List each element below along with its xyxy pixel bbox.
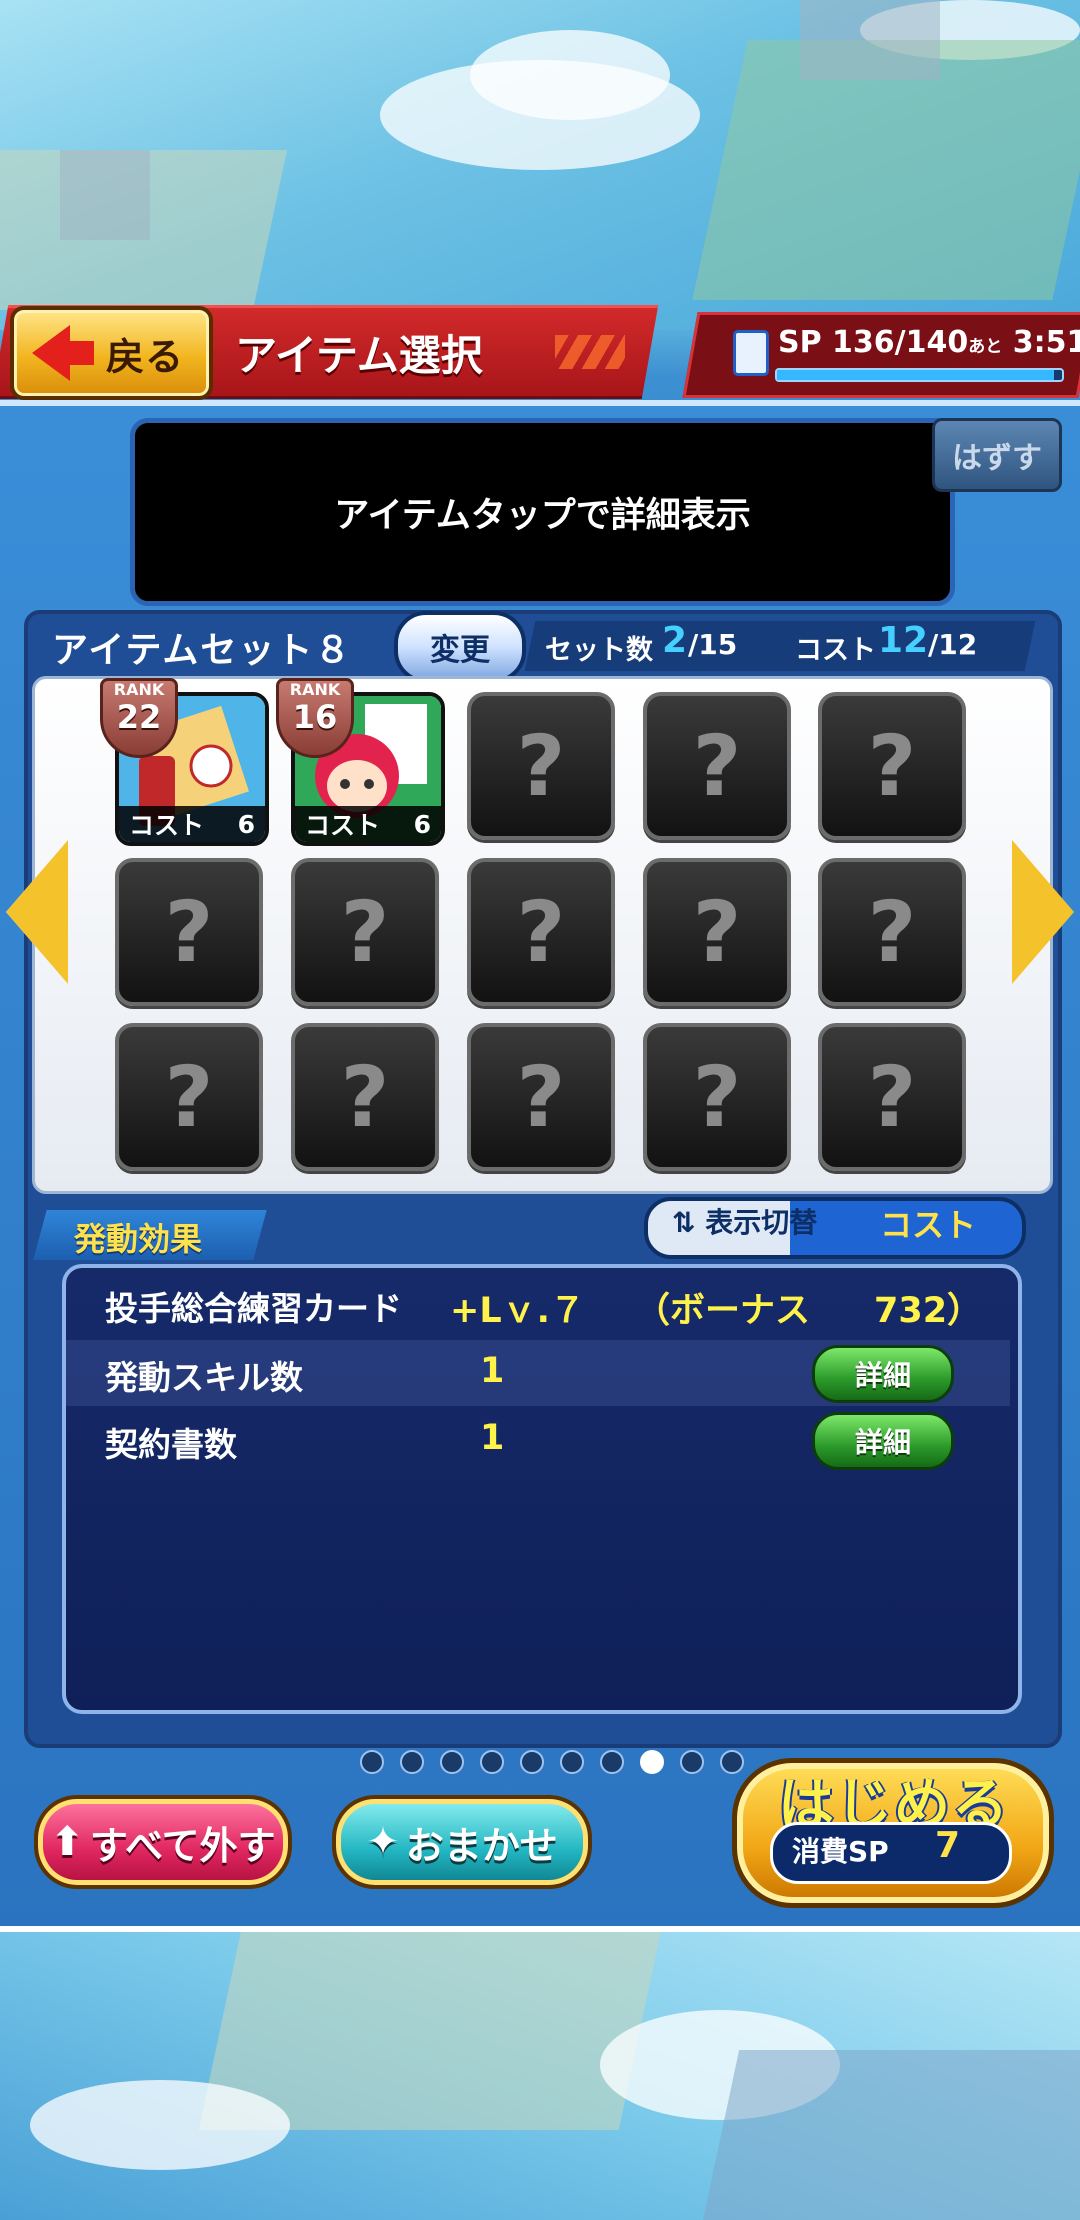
empty-item-slot[interactable]: ? [818, 1023, 966, 1171]
set-count-label: セット数 [545, 635, 653, 666]
question-mark-icon: ? [164, 883, 214, 981]
item-cost-label: コスト [129, 811, 205, 840]
empty-item-slot[interactable]: ? [115, 1023, 263, 1171]
display-toggle-label: ⇅ 表示切替 [672, 1206, 818, 1239]
empty-item-slot[interactable]: ? [115, 858, 263, 1006]
info-message: アイテムタップで詳細表示 [130, 418, 955, 606]
question-mark-icon: ? [692, 717, 742, 815]
rank-label: RANK [113, 680, 165, 699]
rank-badge-1: RANK 22 [100, 678, 178, 758]
sp-card-icon [733, 330, 769, 376]
auto-select-button[interactable]: ✦ おまかせ [332, 1795, 592, 1889]
page-dot [480, 1750, 504, 1774]
empty-item-slot[interactable]: ? [643, 858, 791, 1006]
auto-select-label: おまかせ [405, 1823, 558, 1868]
question-mark-icon: ? [516, 1048, 566, 1146]
item-cost: コスト 6 [295, 806, 441, 842]
effect-bonus-label: （ボーナス [635, 1291, 811, 1331]
page-dot [360, 1750, 384, 1774]
sp-timer: 3:51 [1012, 325, 1080, 360]
sp-status: SP 136/140あと 3:51 [778, 325, 1080, 360]
question-mark-icon: ? [340, 883, 390, 981]
rank-value: 16 [292, 698, 338, 736]
question-mark-icon: ? [692, 883, 742, 981]
effect-value: +Lｖ.７ [450, 1291, 585, 1331]
sp-max: 140 [905, 325, 969, 360]
rank-value: 22 [116, 698, 162, 736]
question-mark-icon: ? [867, 717, 917, 815]
empty-item-slot[interactable]: ? [643, 1023, 791, 1171]
skill-detail-button[interactable]: 詳細 [812, 1345, 954, 1403]
rank-badge-2: RANK 16 [276, 678, 354, 758]
sp-label: SP [778, 325, 822, 360]
cost-label: コスト [795, 635, 876, 666]
effect-name: 発動スキル数 [105, 1358, 303, 1397]
empty-item-slot[interactable]: ? [291, 858, 439, 1006]
empty-item-slot[interactable]: ? [818, 858, 966, 1006]
remove-all-button[interactable]: ⬆ すべて外す [34, 1795, 292, 1889]
empty-item-slot[interactable]: ? [818, 692, 966, 840]
item-cost-value: 6 [413, 809, 431, 839]
up-arrow-icon: ⬆ [50, 1819, 84, 1865]
display-toggle-value: コスト [880, 1206, 977, 1244]
sp-current: 136 [832, 325, 895, 360]
header-stripes [555, 335, 625, 369]
question-mark-icon: ? [164, 1048, 214, 1146]
page-dot [400, 1750, 424, 1774]
rank-label: RANK [289, 680, 341, 699]
chevron-right-icon[interactable] [1012, 840, 1074, 984]
question-mark-icon: ? [867, 1048, 917, 1146]
page-title: アイテム選択 [235, 331, 483, 380]
back-button[interactable]: 戻る [10, 306, 213, 400]
effect-section-label: 発動効果 [74, 1220, 203, 1258]
effect-value: 1 [480, 1351, 505, 1391]
back-label: 戻る [106, 334, 185, 379]
empty-item-slot[interactable]: ? [467, 858, 615, 1006]
cost-value: 12 [878, 620, 929, 661]
sparkle-icon: ✦ [366, 1819, 400, 1865]
effect-value: 1 [480, 1418, 505, 1458]
background-scenery-top [0, 0, 1080, 330]
page-dot [680, 1750, 704, 1774]
empty-item-slot[interactable]: ? [291, 1023, 439, 1171]
item-cost: コスト 6 [119, 806, 265, 842]
sp-gauge [775, 368, 1064, 382]
effect-name: 契約書数 [105, 1425, 237, 1464]
sp-cost-value: 7 [935, 1825, 961, 1866]
question-mark-icon: ? [340, 1048, 390, 1146]
remove-button[interactable]: はずす [932, 418, 1062, 492]
page-dot [640, 1750, 664, 1774]
sp-gauge-fill [777, 370, 1054, 380]
item-cost-value: 6 [237, 809, 255, 839]
item-cost-label: コスト [305, 811, 381, 840]
chevron-left-icon[interactable] [6, 840, 68, 984]
background-scenery-bottom [0, 1910, 1080, 2220]
question-mark-icon: ? [516, 717, 566, 815]
page-indicator [360, 1750, 744, 1774]
effect-name: 投手総合練習カード [105, 1289, 402, 1328]
page-dot [520, 1750, 544, 1774]
change-set-button[interactable]: 変更 [394, 611, 526, 683]
question-mark-icon: ? [516, 883, 566, 981]
page-dot [600, 1750, 624, 1774]
question-mark-icon: ? [692, 1048, 742, 1146]
left-arrow-icon [32, 325, 94, 381]
remove-all-label: すべて外す [89, 1823, 276, 1868]
set-name: アイテムセット８ [52, 630, 353, 671]
set-count-value: 2 [662, 620, 688, 661]
question-mark-icon: ? [867, 883, 917, 981]
sp-remaining-label: あと [968, 337, 1003, 357]
empty-item-slot[interactable]: ? [643, 692, 791, 840]
set-count-max: 15 [698, 628, 738, 661]
page-dot [440, 1750, 464, 1774]
effect-bonus-value: 732） [874, 1291, 983, 1331]
cost-max: 12 [938, 628, 978, 661]
empty-item-slot[interactable]: ? [467, 692, 615, 840]
empty-item-slot[interactable]: ? [467, 1023, 615, 1171]
page-dot [560, 1750, 584, 1774]
contract-detail-button[interactable]: 詳細 [812, 1412, 954, 1470]
page-dot [720, 1750, 744, 1774]
sp-cost-label: 消費SP [792, 1835, 889, 1868]
